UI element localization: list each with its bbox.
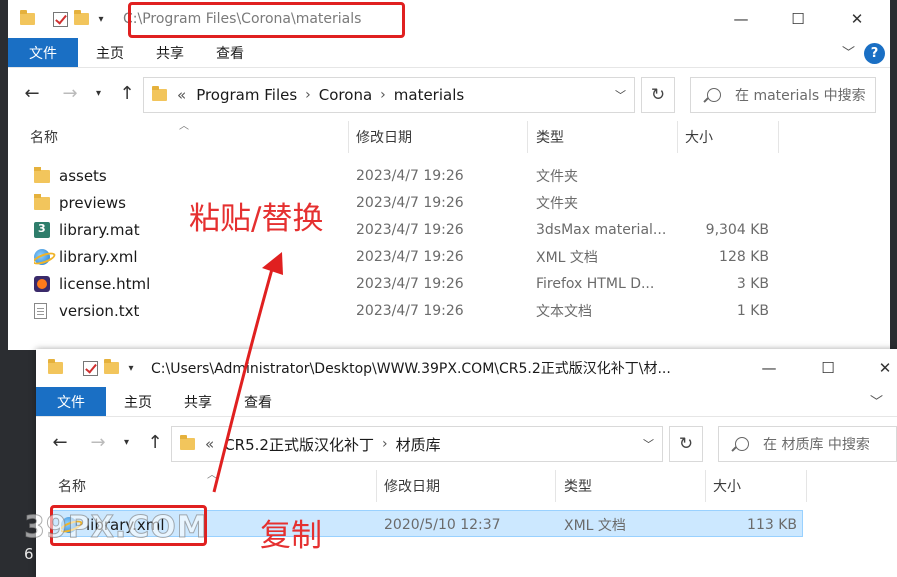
- edge-digit: 6: [24, 545, 34, 563]
- watermark: 39PX.COM: [24, 510, 208, 546]
- annotation-copy: 复制: [260, 518, 322, 554]
- drag-direction-arrow: [212, 252, 283, 493]
- annotation-paste-replace: 粘贴/替换: [189, 201, 324, 237]
- arrow-shaft: [212, 261, 276, 493]
